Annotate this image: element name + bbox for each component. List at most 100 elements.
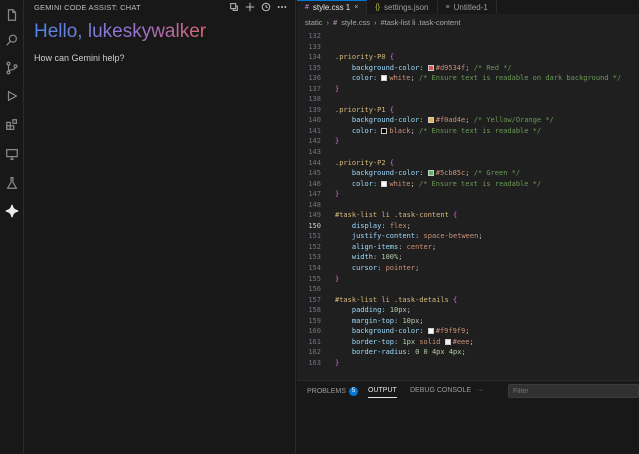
close-icon[interactable]: × xyxy=(354,4,358,11)
editor-tabs: # style.css 1 × {} settings.json ≡ Untit… xyxy=(297,0,639,14)
code-line[interactable]: 139 .priority-P1 { xyxy=(297,105,639,116)
code-line[interactable]: 144 .priority-P2 { xyxy=(297,158,639,169)
tab-label: settings.json xyxy=(384,2,429,12)
line-number: 145 xyxy=(308,169,321,178)
code-line[interactable]: 148 xyxy=(297,200,639,211)
code-line[interactable]: 151 justify-content: space-between; xyxy=(297,231,639,242)
code-text: background-color: #d9534f; /* Red */ xyxy=(351,63,512,72)
color-swatch[interactable] xyxy=(381,75,388,82)
code-line[interactable]: 160 background-color: #f9f9f9; xyxy=(297,326,639,337)
tab-settings-json[interactable]: {} settings.json xyxy=(367,0,438,14)
code-line[interactable]: 149 #task-list li .task-content { xyxy=(297,210,639,221)
code-area[interactable]: 132 133 134 .priority-P0 {135 background-co… xyxy=(297,31,639,369)
line-number: 153 xyxy=(308,253,321,262)
tab-debug-console[interactable]: DEBUG CONSOLE xyxy=(410,387,471,394)
breadcrumb-item[interactable]: #task-list li .task-content xyxy=(380,18,460,27)
line-number: 132 xyxy=(308,32,321,40)
code-text: width: 100%; xyxy=(351,253,403,262)
code-editor: # style.css 1 × {} settings.json ≡ Untit… xyxy=(297,0,639,380)
testing-icon[interactable] xyxy=(0,172,24,194)
code-text: justify-content: space-between; xyxy=(351,232,483,241)
code-text: .priority-P2 { xyxy=(335,158,395,167)
chat-greeting: Hello, lukeskywalker xyxy=(34,21,207,42)
code-line[interactable]: 156 xyxy=(297,284,639,295)
code-text: color: white; /* Ensure text is readable… xyxy=(351,74,622,83)
line-number: 138 xyxy=(308,95,321,104)
run-debug-icon[interactable] xyxy=(0,85,24,107)
color-swatch[interactable] xyxy=(381,180,388,187)
files-icon[interactable] xyxy=(0,4,24,26)
tab-problems[interactable]: PROBLEMS 5 xyxy=(307,387,359,396)
code-text: } xyxy=(335,84,340,93)
color-swatch[interactable] xyxy=(427,328,434,335)
line-number: 161 xyxy=(308,337,321,346)
filter-input[interactable] xyxy=(508,384,639,398)
line-number: 135 xyxy=(308,63,321,72)
remote-explorer-icon[interactable] xyxy=(0,143,24,165)
more-actions-icon[interactable] xyxy=(277,2,287,12)
code-line[interactable]: 132 xyxy=(297,31,639,42)
code-line[interactable]: 157 #task-list li .task-details { xyxy=(297,295,639,306)
code-line[interactable]: 150 display: flex; xyxy=(297,221,639,232)
color-swatch[interactable] xyxy=(381,127,388,134)
code-line[interactable]: 161 border-top: 1px solid #eee; xyxy=(297,337,639,348)
chat-prompt-text: How can Gemini help? xyxy=(34,53,125,63)
search-icon[interactable] xyxy=(0,29,24,51)
bottom-panel: PROBLEMS 5 OUTPUT DEBUG CONSOLE ··· xyxy=(297,380,639,454)
code-line[interactable]: 162 border-radius: 0 0 4px 4px; xyxy=(297,347,639,358)
source-control-icon[interactable] xyxy=(0,57,24,79)
breadcrumb-item[interactable]: static xyxy=(305,18,323,27)
line-number: 155 xyxy=(308,274,321,283)
code-line[interactable]: 155} xyxy=(297,274,639,285)
tab-output[interactable]: OUTPUT xyxy=(368,387,397,398)
line-number: 143 xyxy=(308,148,321,157)
code-text: background-color: #f9f9f9; xyxy=(351,327,470,336)
code-text: color: black; /* Ensure text is readable… xyxy=(351,126,542,135)
code-line[interactable]: 138 xyxy=(297,94,639,105)
line-number: 156 xyxy=(308,285,321,294)
code-line[interactable]: 153 width: 100%; xyxy=(297,252,639,263)
extensions-icon[interactable] xyxy=(0,114,24,136)
code-line[interactable]: 136 color: white; /* Ensure text is read… xyxy=(297,73,639,84)
new-chat-icon[interactable] xyxy=(245,2,255,12)
code-line[interactable]: 146 color: white; /* Ensure text is read… xyxy=(297,179,639,190)
code-text: } xyxy=(335,274,340,283)
code-line[interactable]: 163} xyxy=(297,358,639,369)
gemini-icon[interactable] xyxy=(0,200,24,222)
code-line[interactable]: 140 background-color: #f0ad4e; /* Yellow… xyxy=(297,115,639,126)
code-line[interactable]: 135 background-color: #d9534f; /* Red */ xyxy=(297,63,639,74)
code-line[interactable]: 152 align-items: center; xyxy=(297,242,639,253)
code-line[interactable]: 159 margin-top: 10px; xyxy=(297,316,639,327)
code-text: .priority-P1 { xyxy=(335,105,395,114)
prompt-library-icon[interactable] xyxy=(229,2,239,12)
code-line[interactable]: 141 color: black; /* Ensure text is read… xyxy=(297,126,639,137)
color-swatch[interactable] xyxy=(444,338,451,345)
line-number: 160 xyxy=(308,327,321,336)
tab-style-css[interactable]: # style.css 1 × xyxy=(297,0,368,14)
breadcrumb-item[interactable]: style.css xyxy=(341,18,370,27)
line-number: 157 xyxy=(308,295,321,304)
history-icon[interactable] xyxy=(261,2,271,12)
code-line[interactable]: 158 padding: 10px; xyxy=(297,305,639,316)
line-number: 147 xyxy=(308,190,321,199)
line-number: 141 xyxy=(308,126,321,135)
chevron-right-icon: › xyxy=(326,18,330,27)
tab-untitled-1[interactable]: ≡ Untitled-1 xyxy=(438,0,497,14)
code-line[interactable]: 137} xyxy=(297,84,639,95)
code-line[interactable]: 142} xyxy=(297,136,639,147)
code-line[interactable]: 154 cursor: pointer; xyxy=(297,263,639,274)
color-swatch[interactable] xyxy=(427,117,434,124)
line-number: 163 xyxy=(308,358,321,367)
code-line[interactable]: 134 .priority-P0 { xyxy=(297,52,639,63)
activity-bar xyxy=(0,0,24,454)
code-line[interactable]: 145 background-color: #5cb85c; /* Green … xyxy=(297,168,639,179)
code-line[interactable]: 147} xyxy=(297,189,639,200)
color-swatch[interactable] xyxy=(427,170,434,177)
line-number: 152 xyxy=(308,242,321,251)
code-text: margin-top: 10px; xyxy=(351,316,424,325)
code-line[interactable]: 133 xyxy=(297,42,639,53)
more-tabs-icon[interactable]: ··· xyxy=(477,387,484,394)
code-line[interactable]: 143 xyxy=(297,147,639,158)
tab-label: PROBLEMS xyxy=(307,388,346,395)
color-swatch[interactable] xyxy=(427,64,434,71)
